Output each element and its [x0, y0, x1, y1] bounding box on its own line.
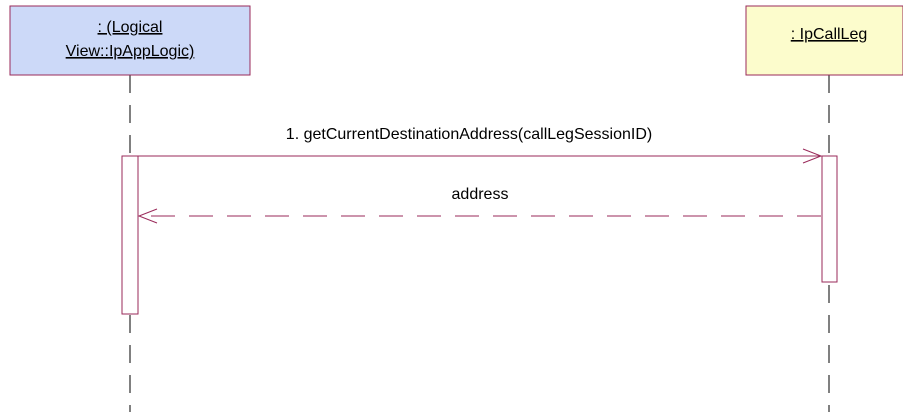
participant-label-app-logic-line1: : (Logical: [98, 19, 163, 36]
activation-bar-app-logic: [121, 155, 139, 315]
participant-box-app-logic[interactable]: [9, 5, 251, 76]
message-2-label: address: [452, 186, 509, 203]
participant-label-call-leg: : IpCallLeg: [791, 26, 868, 43]
activation-bar-call-leg: [821, 155, 838, 283]
message-1-label: 1. getCurrentDestinationAddress(callLegS…: [286, 126, 652, 143]
sequence-diagram: : (Logical View::IpAppLogic) : IpCallLeg…: [9, 5, 903, 412]
participant-label-app-logic-line2: View::IpAppLogic): [66, 43, 195, 60]
